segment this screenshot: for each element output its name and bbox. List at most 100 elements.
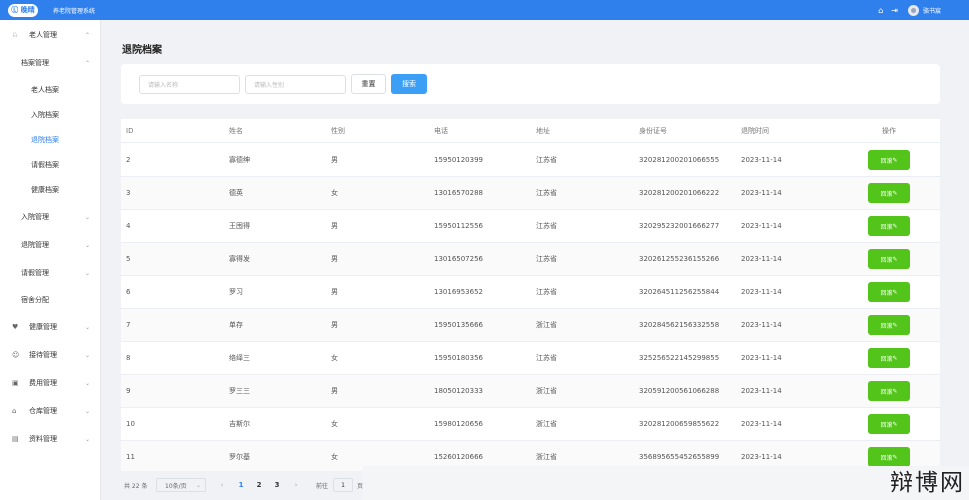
- sidebar-item-14[interactable]: ⌂ 仓库管理 ⌄: [0, 402, 100, 420]
- rollback-label: 回滚: [880, 256, 893, 264]
- cell-address: 江苏省: [536, 288, 557, 296]
- cell-id: 5: [126, 255, 131, 263]
- cell-gender: 男: [331, 255, 338, 263]
- page-3-button[interactable]: 3: [271, 478, 283, 492]
- elder-icon: ♘: [12, 31, 19, 39]
- cell-phone: 15950120399: [434, 156, 483, 164]
- rollback-button[interactable]: 回滚 ✎: [868, 216, 910, 236]
- rollback-label: 回滚: [880, 388, 893, 396]
- page-1-button[interactable]: 1: [235, 478, 247, 492]
- rollback-label: 回滚: [880, 190, 893, 198]
- cell-name: 王囤得: [229, 222, 250, 230]
- sidebar-item-10[interactable]: 宿舍分配: [0, 291, 100, 309]
- rollback-button[interactable]: 回滚 ✎: [868, 282, 910, 302]
- rollback-button[interactable]: 回滚 ✎: [868, 348, 910, 368]
- rollback-button[interactable]: 回滚 ✎: [868, 381, 910, 401]
- cell-name: 罗三三: [229, 387, 250, 395]
- rollback-button[interactable]: 回滚 ✎: [868, 315, 910, 335]
- sidebar-item-4[interactable]: 退院档案: [0, 131, 100, 149]
- cell-phone: 15950112556: [434, 222, 483, 230]
- home-icon[interactable]: ⌂: [878, 6, 883, 15]
- reset-button[interactable]: 重置: [351, 74, 386, 94]
- sidebar-item-label: 退院管理: [21, 241, 49, 249]
- rollback-button[interactable]: 回滚 ✎: [868, 414, 910, 434]
- cell-id: 11: [126, 453, 135, 461]
- rollback-button[interactable]: 回滚 ✎: [868, 183, 910, 203]
- sidebar-item-13[interactable]: ▣ 费用管理 ⌄: [0, 374, 100, 392]
- sidebar-item-6[interactable]: 健康档案: [0, 181, 100, 199]
- cell-time: 2023-11-14: [741, 156, 782, 164]
- edit-icon: ✎: [892, 222, 898, 230]
- cell-address: 江苏省: [536, 354, 557, 362]
- sidebar-item-15[interactable]: ▤ 资料管理 ⌄: [0, 430, 100, 448]
- cell-address: 浙江省: [536, 321, 557, 329]
- cell-time: 2023-11-14: [741, 354, 782, 362]
- watermark-background: [363, 466, 969, 500]
- cell-id-card: 320295232001666277: [639, 222, 720, 230]
- table-row: 5 寡得发 男 13016507256 江苏省 320261255236155266 202…: [121, 243, 940, 276]
- cell-time: 2023-11-14: [741, 453, 782, 461]
- cell-time: 2023-11-14: [741, 288, 782, 296]
- page-2-button[interactable]: 2: [253, 478, 265, 492]
- cell-id-card: 320281200201066222: [639, 189, 720, 197]
- sidebar-item-9[interactable]: 请假管理 ⌄: [0, 264, 100, 282]
- sidebar-item-label: 接待管理: [29, 351, 57, 359]
- sidebar-item-3[interactable]: 入院档案: [0, 106, 100, 124]
- sidebar-item-12[interactable]: ☺ 接待管理 ⌄: [0, 346, 100, 364]
- goto-page-input[interactable]: 1: [333, 478, 353, 492]
- cell-id-card: 325256522145299855: [639, 354, 720, 362]
- sidebar-item-2[interactable]: 老人档案: [0, 81, 100, 99]
- name-search-input[interactable]: 请输入名称: [139, 75, 240, 94]
- cell-name: 寡得发: [229, 255, 250, 263]
- table-row: 8 络绎三 女 15950180356 江苏省 325256522145299855 202…: [121, 342, 940, 375]
- sidebar-item-8[interactable]: 退院管理 ⌄: [0, 236, 100, 254]
- chevron-down-icon: ⌄: [84, 407, 90, 415]
- cell-phone: 18050120333: [434, 387, 483, 395]
- rollback-label: 回滚: [880, 355, 893, 363]
- chevron-down-icon: ⌄: [84, 213, 90, 221]
- top-header: Ⓛ 晚晴 养老院管理系统 ⌂ ⇥ 骆书宸: [0, 0, 969, 20]
- cell-gender: 女: [331, 453, 338, 461]
- gender-search-input[interactable]: 请输入性别: [245, 75, 346, 94]
- sidebar-item-5[interactable]: 请假档案: [0, 156, 100, 174]
- sidebar-item-0[interactable]: ♘ 老人管理 ⌃: [0, 26, 100, 44]
- discharge-table: ID 姓名 性别 电话 地址 身份证号 退院时间 操作 2 寡德绅男 1595012…: [121, 119, 940, 471]
- page-size-select[interactable]: 10条/页 ⌄: [156, 478, 206, 492]
- logout-icon[interactable]: ⇥: [891, 6, 898, 15]
- health-icon: ♥: [12, 323, 19, 331]
- search-button[interactable]: 搜索: [391, 74, 427, 94]
- sidebar-item-7[interactable]: 入院管理 ⌄: [0, 208, 100, 226]
- pagination-total: 共 22 条: [124, 482, 148, 490]
- chevron-down-icon: ⌄: [84, 241, 90, 249]
- cell-name: 罗尔基: [229, 453, 250, 461]
- cell-phone: 13016570288: [434, 189, 483, 197]
- table-row: 2 寡德绅 男 15950120399 江苏省 320281200201066555 202…: [121, 144, 940, 177]
- cell-id-card: 320281200659855622: [639, 420, 720, 428]
- sidebar-item-1[interactable]: 档案管理 ⌃: [0, 54, 100, 72]
- rollback-button[interactable]: 回滚 ✎: [868, 249, 910, 269]
- cell-id-card: 320281200201066555: [639, 156, 720, 164]
- chevron-up-icon: ⌃: [84, 59, 90, 67]
- sidebar-item-label: 入院档案: [31, 111, 59, 119]
- next-page-button[interactable]: ›: [290, 478, 302, 492]
- edit-icon: ✎: [892, 255, 898, 263]
- cell-phone: 13016507256: [434, 255, 483, 263]
- cell-time: 2023-11-14: [741, 420, 782, 428]
- col-address: 地址: [536, 126, 550, 135]
- avatar[interactable]: [907, 4, 919, 16]
- sidebar-item-11[interactable]: ♥ 健康管理 ⌄: [0, 318, 100, 336]
- col-name: 姓名: [229, 126, 243, 135]
- cell-id: 6: [126, 288, 131, 296]
- edit-icon: ✎: [892, 189, 898, 197]
- prev-page-button[interactable]: ‹: [216, 478, 228, 492]
- cell-name: 吉斯尔: [229, 420, 250, 428]
- user-name[interactable]: 骆书宸: [923, 6, 941, 15]
- cell-id: 7: [126, 321, 131, 329]
- table-row: 6 罗习 男 13016953652 江苏省 320264511256255844 2023…: [121, 276, 940, 309]
- rollback-button[interactable]: 回滚 ✎: [868, 150, 910, 170]
- cell-phone: 15980120656: [434, 420, 483, 428]
- logo[interactable]: Ⓛ 晚晴: [8, 3, 38, 17]
- cell-id: 2: [126, 156, 131, 164]
- table-row: 7 单存 男 15950135666 浙江省 320284562156332558 2023…: [121, 309, 940, 342]
- cell-name: 德英: [229, 189, 243, 197]
